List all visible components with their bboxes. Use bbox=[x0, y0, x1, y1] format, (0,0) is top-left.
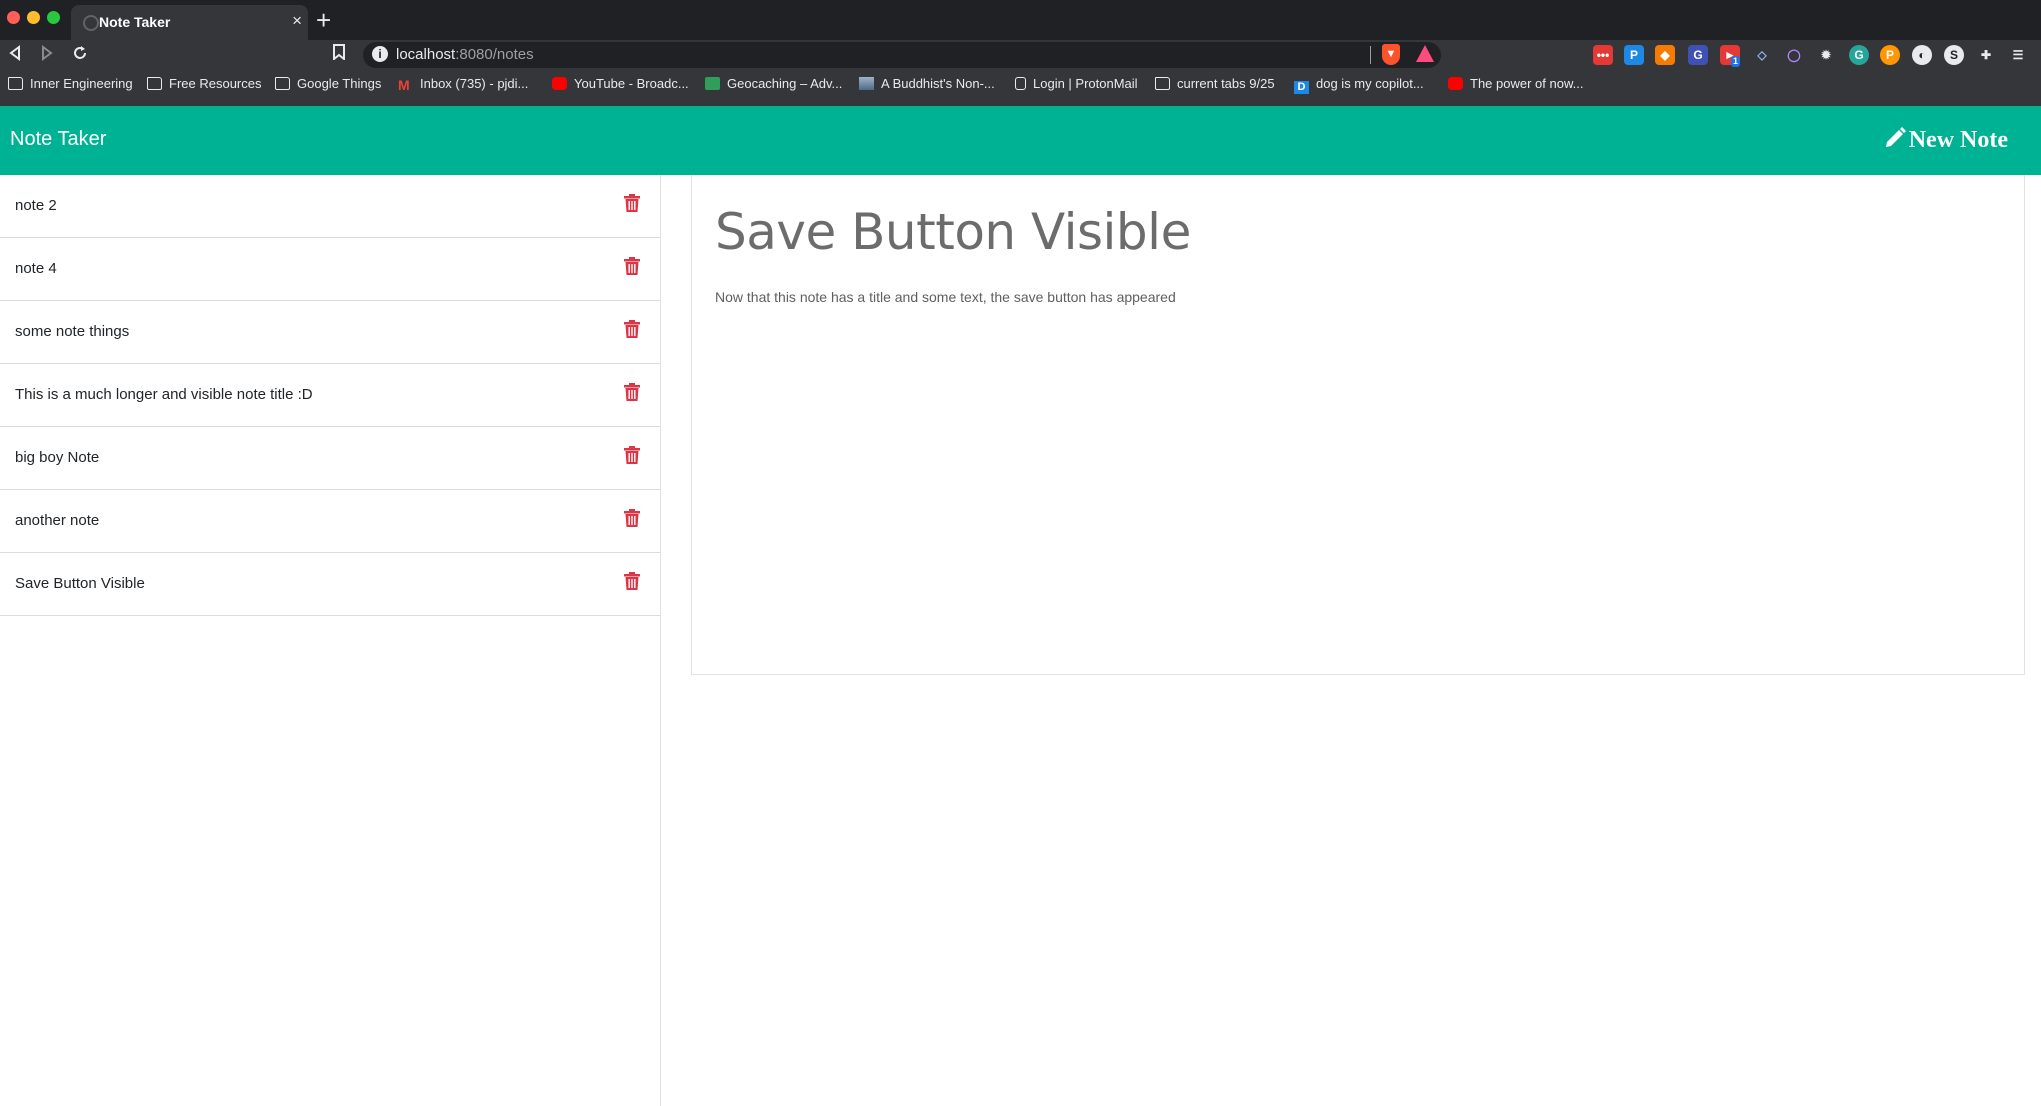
bookmark-page-icon[interactable] bbox=[333, 44, 345, 65]
browser-tab[interactable]: Note Taker × bbox=[71, 5, 308, 40]
note-text-area[interactable]: Now that this note has a title and some … bbox=[715, 289, 1176, 305]
close-window-button[interactable] bbox=[7, 11, 20, 24]
bookmark-item[interactable]: Ddog is my copilot... bbox=[1294, 76, 1424, 94]
trash-icon[interactable] bbox=[624, 194, 640, 217]
extension-orange-icon[interactable]: P bbox=[1880, 45, 1900, 65]
geocaching-icon bbox=[705, 77, 720, 90]
lock-icon bbox=[1015, 77, 1026, 90]
forward-icon[interactable] bbox=[40, 44, 54, 67]
youtube-icon bbox=[552, 77, 567, 90]
extension-grammarly-icon[interactable]: G bbox=[1849, 45, 1869, 65]
list-item[interactable]: note 4 bbox=[0, 238, 660, 301]
note-title: note 2 bbox=[15, 197, 57, 214]
new-tab-button[interactable]: + bbox=[316, 6, 331, 34]
list-item[interactable]: note 2 bbox=[0, 175, 660, 238]
extension-diamond-icon[interactable]: ◇ bbox=[1752, 45, 1772, 65]
omnibox-divider bbox=[1370, 46, 1371, 64]
extension-badge-icon[interactable]: ► 1 bbox=[1720, 45, 1741, 67]
list-item[interactable]: Save Button Visible bbox=[0, 553, 660, 616]
trash-icon[interactable] bbox=[624, 446, 640, 469]
bookmark-item[interactable]: YouTube - Broadc... bbox=[552, 76, 689, 94]
extension-metamask-icon[interactable]: ◆ bbox=[1655, 45, 1675, 65]
note-title-input[interactable]: Save Button Visible bbox=[715, 203, 1191, 261]
trash-icon[interactable] bbox=[624, 572, 640, 595]
list-item[interactable]: another note bbox=[0, 490, 660, 553]
note-title: Save Button Visible bbox=[15, 575, 145, 592]
extension-translate-icon[interactable]: G bbox=[1688, 45, 1708, 65]
pencil-icon bbox=[1885, 127, 1906, 147]
trash-icon[interactable] bbox=[624, 257, 640, 280]
tab-title: Note Taker bbox=[99, 14, 171, 30]
trash-icon[interactable] bbox=[624, 509, 640, 532]
bookmark-item[interactable]: A Buddhist's Non-... bbox=[859, 76, 995, 94]
bookmark-item[interactable]: Free Resources bbox=[147, 76, 261, 94]
note-title: another note bbox=[15, 512, 100, 529]
trash-icon[interactable] bbox=[624, 320, 640, 343]
bookmark-item[interactable]: The power of now... bbox=[1448, 76, 1583, 94]
youtube-icon bbox=[1448, 77, 1463, 90]
maximize-window-button[interactable] bbox=[47, 11, 60, 24]
extensions-puzzle-icon[interactable]: ✚ bbox=[1976, 45, 1996, 65]
extension-github-icon[interactable]: ◯ bbox=[1784, 45, 1804, 65]
note-title: note 4 bbox=[15, 260, 57, 277]
note-title: This is a much longer and visible note t… bbox=[15, 386, 313, 403]
trash-icon[interactable] bbox=[624, 383, 640, 406]
globe-icon bbox=[83, 15, 99, 31]
bookmark-item[interactable]: Geocaching – Adv... bbox=[705, 76, 842, 94]
site-info-icon[interactable]: i bbox=[372, 46, 388, 62]
note-title: some note things bbox=[15, 323, 130, 340]
extension-s-icon[interactable]: S bbox=[1944, 45, 1964, 65]
bookmark-item[interactable]: Inner Engineering bbox=[8, 76, 133, 94]
extension-p-icon[interactable]: P bbox=[1624, 45, 1644, 65]
new-note-button[interactable]: New Note bbox=[1883, 126, 2008, 154]
back-icon[interactable] bbox=[8, 44, 22, 67]
brave-shields-icon[interactable]: ▼ bbox=[1382, 44, 1400, 65]
browser-tab-bar: Note Taker × + bbox=[0, 0, 2041, 40]
app-navbar: Note Taker New Note bbox=[0, 106, 2041, 175]
close-tab-icon[interactable]: × bbox=[292, 11, 302, 31]
url-text[interactable]: localhost:8080/notes bbox=[396, 46, 534, 63]
brave-rewards-icon[interactable] bbox=[1416, 45, 1434, 62]
folder-icon bbox=[147, 77, 162, 90]
browser-toolbar: i localhost:8080/notes ▼ ••• P ◆ G ► 1 ◇ … bbox=[0, 40, 2041, 108]
bookmark-item[interactable]: Google Things bbox=[275, 76, 381, 94]
minimize-window-button[interactable] bbox=[27, 11, 40, 24]
bookmark-item[interactable]: current tabs 9/25 bbox=[1155, 76, 1275, 94]
folder-icon bbox=[8, 77, 23, 90]
address-bar[interactable]: i localhost:8080/notes ▼ bbox=[363, 42, 1441, 68]
d-logo-icon: D bbox=[1294, 81, 1309, 94]
reload-icon[interactable] bbox=[72, 44, 88, 67]
bookmark-item[interactable]: Login | ProtonMail bbox=[1015, 76, 1138, 94]
note-editor: Save Button Visible Now that this note h… bbox=[691, 175, 2025, 675]
folder-icon bbox=[1155, 77, 1170, 90]
extension-gear-icon[interactable]: ✹ bbox=[1816, 45, 1836, 65]
list-item[interactable]: This is a much longer and visible note t… bbox=[0, 364, 660, 427]
note-title: big boy Note bbox=[15, 449, 100, 466]
extension-lastpass-icon[interactable]: ••• bbox=[1593, 45, 1613, 65]
folder-icon bbox=[275, 77, 290, 90]
list-item[interactable]: big boy Note bbox=[0, 427, 660, 490]
browser-menu-icon[interactable]: ☰ bbox=[2008, 45, 2028, 65]
app-brand[interactable]: Note Taker bbox=[10, 128, 106, 151]
note-list: note 2 note 4 some note things This is a mu… bbox=[0, 175, 661, 1106]
image-icon bbox=[859, 77, 874, 90]
extension-circle-icon[interactable]: ◐ bbox=[1912, 45, 1932, 65]
list-item[interactable]: some note things bbox=[0, 301, 660, 364]
bookmark-item[interactable]: M Inbox (735) - pjdi... bbox=[398, 76, 528, 94]
gmail-icon: M bbox=[398, 77, 410, 93]
bookmarks-bar: Inner Engineering Free Resources Google … bbox=[0, 72, 2041, 98]
